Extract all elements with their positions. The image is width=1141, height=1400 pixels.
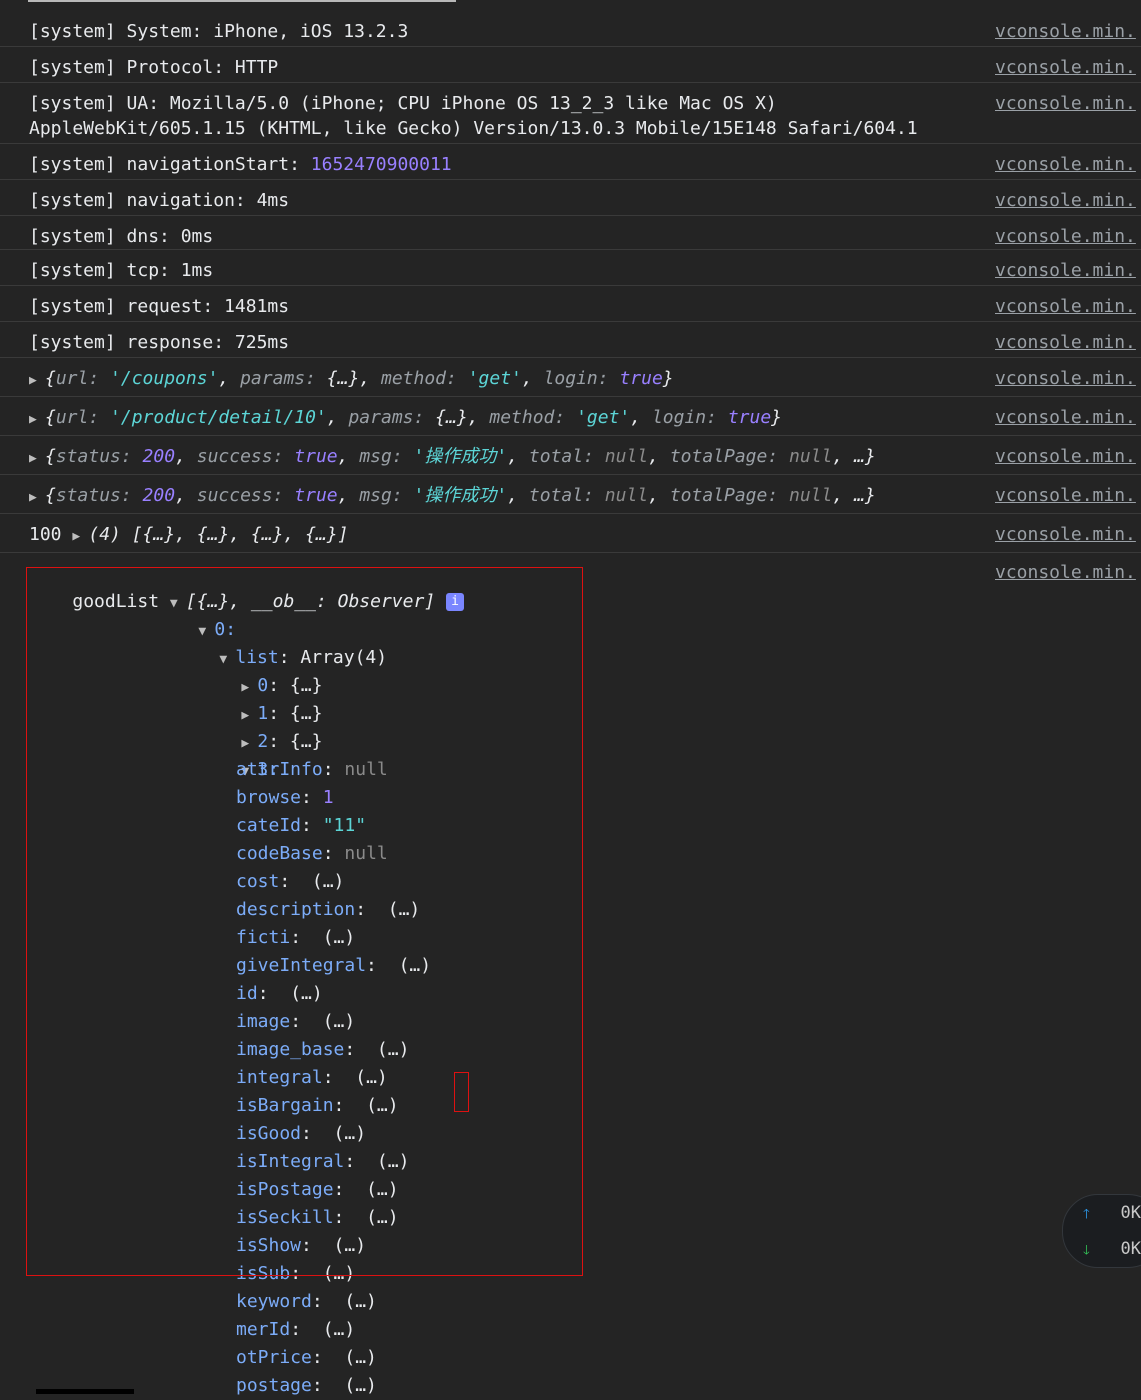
log-message: [system] navigationStart: 1652470900011	[29, 152, 452, 177]
object-summary[interactable]: ▶ {status: 200, success: true, msg: '操作成功…	[29, 444, 876, 471]
prop-value[interactable]: (…)	[334, 1347, 377, 1368]
log-message: [system] tcp: 1ms	[29, 260, 214, 281]
log-row-system: [system] System: iPhone, iOS 13.2.3 vcon…	[0, 11, 1141, 47]
prop-separator: :	[311, 1375, 334, 1396]
prop-key: keyword	[236, 1291, 312, 1312]
tree-prop-row[interactable]: keyword: (…)	[236, 1288, 377, 1316]
log-row-coupons-request: ▶ {url: '/coupons', params: {…}, method: …	[0, 358, 1141, 397]
tree-prop-row[interactable]: otPrice: (…)	[236, 1344, 377, 1372]
network-speed-panel[interactable]: 🡑 0K 🡓 0K	[1062, 1194, 1141, 1268]
log-row-ua: [system] UA: Mozilla/5.0 (iPhone; CPU iP…	[0, 83, 1141, 144]
highlight-box	[26, 567, 583, 1276]
prop-key: otPrice	[236, 1347, 312, 1368]
log-number: 1652470900011	[310, 154, 452, 175]
log-row-protocol: [system] Protocol: HTTP vconsole.min.	[0, 47, 1141, 83]
source-link[interactable]: vconsole.min.	[995, 19, 1136, 44]
home-indicator	[36, 1389, 134, 1394]
log-number: 100	[29, 524, 62, 545]
log-message: 100 ▶ (4) [{…}, {…}, {…}, {…}]	[29, 522, 348, 549]
prop-separator: :	[290, 1319, 312, 1340]
prop-separator: :	[311, 1347, 334, 1368]
log-message: [system] UA: Mozilla/5.0 (iPhone; CPU iP…	[29, 93, 918, 139]
prop-value[interactable]: (…)	[334, 1375, 377, 1396]
log-row-tcp: [system] tcp: 1ms vconsole.min.	[0, 250, 1141, 286]
truncated-previous-link	[28, 0, 456, 5]
expand-arrow-icon[interactable]: ▶	[29, 446, 45, 471]
array-summary[interactable]: ▶ (4) [{…}, {…}, {…}, {…}]	[72, 524, 348, 545]
source-link[interactable]: vconsole.min.	[995, 366, 1136, 391]
expand-arrow-icon[interactable]: ▶	[29, 407, 45, 432]
log-message: [system] System: iPhone, iOS 13.2.3	[29, 21, 409, 42]
prop-key: merId	[236, 1319, 291, 1340]
object-summary[interactable]: ▶ {url: '/product/detail/10', params: {…}…	[29, 405, 782, 432]
log-row-dns: [system] dns: 0ms vconsole.min.	[0, 216, 1141, 250]
prop-key: postage	[236, 1375, 312, 1396]
source-link[interactable]: vconsole.min.	[995, 188, 1136, 213]
source-link[interactable]: vconsole.min.	[995, 91, 1136, 116]
tree-prop-row[interactable]: postage: (…)	[236, 1372, 377, 1400]
prop-value[interactable]: (…)	[312, 1319, 356, 1340]
log-row-array: 100 ▶ (4) [{…}, {…}, {…}, {…}] vconsole.m…	[0, 514, 1141, 553]
upload-arrow-icon: 🡑	[1083, 1207, 1090, 1222]
source-link[interactable]: vconsole.min.	[995, 444, 1136, 469]
log-row-detail-request: ▶ {url: '/product/detail/10', params: {…}…	[0, 397, 1141, 436]
highlight-box-small	[454, 1072, 469, 1112]
log-message: [system] navigation: 4ms	[29, 190, 290, 211]
source-link[interactable]: vconsole.min.	[995, 483, 1136, 508]
log-message: [system] Protocol: HTTP	[29, 57, 279, 78]
object-summary[interactable]: ▶ {status: 200, success: true, msg: '操作成功…	[29, 483, 876, 510]
expand-arrow-icon[interactable]: ▶	[72, 524, 88, 549]
source-link[interactable]: vconsole.min.	[995, 522, 1136, 547]
source-link[interactable]: vconsole.min.	[995, 405, 1136, 430]
download-arrow-icon: 🡓	[1083, 1243, 1090, 1258]
source-link[interactable]: vconsole.min.	[995, 294, 1136, 319]
log-row-response: [system] response: 725ms vconsole.min.	[0, 322, 1141, 358]
object-summary[interactable]: ▶ {url: '/coupons', params: {…}, method: …	[29, 366, 674, 393]
source-link[interactable]: vconsole.min.	[995, 560, 1136, 585]
source-link[interactable]: vconsole.min.	[995, 330, 1136, 355]
expand-arrow-icon[interactable]: ▶	[29, 485, 45, 510]
source-link[interactable]: vconsole.min.	[995, 55, 1136, 80]
prop-value[interactable]: (…)	[334, 1291, 377, 1312]
log-row-response-object: ▶ {status: 200, success: true, msg: '操作成功…	[0, 436, 1141, 475]
log-row-navigation-start: [system] navigationStart: 1652470900011 …	[0, 144, 1141, 180]
upload-speed: 0K	[1120, 1203, 1141, 1223]
log-row-navigation: [system] navigation: 4ms vconsole.min.	[0, 180, 1141, 216]
log-message: [system] response: 725ms	[29, 332, 290, 353]
log-message: [system] request: 1481ms	[29, 296, 290, 317]
prop-separator: :	[311, 1291, 334, 1312]
log-message: [system] dns: 0ms	[29, 226, 214, 247]
download-speed: 0K	[1120, 1239, 1141, 1259]
source-link[interactable]: vconsole.min.	[995, 224, 1136, 249]
log-row-request: [system] request: 1481ms vconsole.min.	[0, 286, 1141, 322]
tree-prop-row[interactable]: merId: (…)	[236, 1316, 355, 1344]
source-link[interactable]: vconsole.min.	[995, 152, 1136, 177]
source-link[interactable]: vconsole.min.	[995, 258, 1136, 283]
log-label: [system] navigationStart:	[29, 154, 311, 175]
log-row-response-object: ▶ {status: 200, success: true, msg: '操作成功…	[0, 475, 1141, 514]
expand-arrow-icon[interactable]: ▶	[29, 368, 45, 393]
